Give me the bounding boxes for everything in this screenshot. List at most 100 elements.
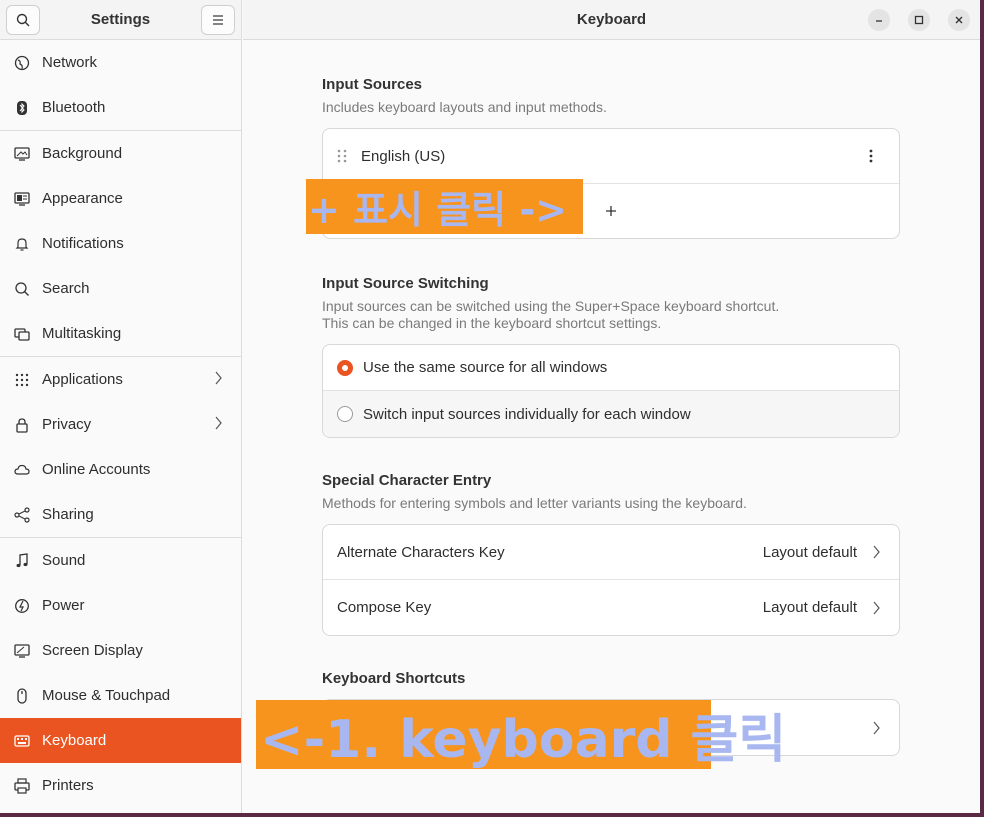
keyboard-icon [14,733,30,749]
minimize-icon [876,20,882,22]
row-actions [869,149,885,163]
sidebar: Settings Network Bluetooth Background Ap… [0,0,242,813]
vertical-dots-icon [869,149,873,163]
lock-icon [14,417,30,433]
sidebar-item-label: Sound [42,552,86,569]
sidebar-item-applications[interactable]: Applications [0,357,241,402]
row-value-group: Layout default [763,599,885,616]
power-icon [14,598,30,614]
appearance-icon [14,191,30,207]
sidebar-title: Settings [90,11,151,28]
input-source-row[interactable]: English (US) [323,129,899,184]
sidebar-item-multitasking[interactable]: Multitasking [0,311,241,356]
multitasking-icon [14,326,30,342]
sidebar-item-mouse-touchpad[interactable]: Mouse & Touchpad [0,673,241,718]
sidebar-item-label: Sharing [42,506,94,523]
sidebar-item-sharing[interactable]: Sharing [0,492,241,537]
chevron-right-icon [215,371,223,389]
sidebar-item-background[interactable]: Background [0,131,241,176]
search-button[interactable] [6,4,40,35]
close-icon [955,16,963,24]
alternate-characters-key-row[interactable]: Alternate Characters Key Layout default [323,525,899,580]
bell-icon [14,236,30,252]
section-desc-special: Methods for entering symbols and letter … [322,495,747,511]
sidebar-item-label: Applications [42,371,123,388]
annotation-keyboard-hint: <-1. keyboard 클릭 [256,700,786,770]
sidebar-item-label: Printers [42,777,94,794]
sidebar-item-screen-display[interactable]: Screen Display [0,628,241,673]
sidebar-item-printers[interactable]: Printers [0,763,241,808]
window-controls [868,9,970,31]
hamburger-menu-icon [213,14,223,25]
section-title-switching: Input Source Switching [322,275,489,292]
row-value: Layout default [762,599,857,616]
sidebar-list: Network Bluetooth Background Appearance … [0,40,241,808]
sidebar-item-label: Background [42,145,123,162]
radio-selected[interactable] [337,359,353,376]
sidebar-item-label: Screen Display [42,642,143,659]
share-icon [14,506,30,523]
search-icon [16,13,30,26]
row-value-group: Layout default [763,544,885,561]
main-panel: Keyboard Input Sources Includes keyboard… [243,0,980,813]
special-char-card: Alternate Characters Key Layout default … [322,524,900,636]
switching-desc-line1: Input sources can be switched using the … [322,298,780,314]
printer-icon [14,777,30,794]
annotation-plus-hint: + 표시 클릭 -> [306,179,583,234]
sidebar-item-keyboard[interactable]: Keyboard [0,718,241,763]
add-input-source-button[interactable] [605,205,617,217]
chevron-right-icon [215,416,223,434]
sidebar-item-label: Network [42,54,98,71]
sidebar-item-power[interactable]: Power [0,583,241,628]
option-label: Use the same source for all windows [363,359,608,376]
sidebar-item-label: Notifications [42,235,124,252]
sidebar-item-network[interactable]: Network [0,40,241,85]
section-title-input-sources: Input Sources [322,76,423,93]
apps-grid-icon [14,372,30,388]
maximize-button[interactable] [908,9,930,31]
close-button[interactable] [948,9,970,31]
sidebar-item-label: Power [42,597,85,614]
sidebar-item-privacy[interactable]: Privacy [0,402,241,447]
sidebar-item-label: Privacy [42,416,92,433]
drag-handle-icon[interactable] [337,148,347,164]
sidebar-item-label: Multitasking [42,325,122,342]
compose-key-row[interactable]: Compose Key Layout default [323,580,899,635]
sidebar-header: Settings [0,0,241,40]
menu-button[interactable] [201,4,235,35]
sidebar-item-notifications[interactable]: Notifications [0,221,241,266]
more-options-button[interactable] [869,149,885,163]
section-title-shortcuts: Keyboard Shortcuts [322,670,466,687]
display-icon [14,643,30,659]
sidebar-item-bluetooth[interactable]: Bluetooth [0,85,241,130]
option-same-source[interactable]: Use the same source for all windows [323,345,899,391]
sidebar-item-label: Mouse & Touchpad [42,687,171,704]
mouse-icon [14,687,30,704]
chevron-right-icon [873,601,880,614]
background-monitor-icon [14,146,30,162]
radio-unselected[interactable] [337,406,353,422]
header-bar: Keyboard [243,0,980,40]
sidebar-item-appearance[interactable]: Appearance [0,176,241,221]
switching-options-card: Use the same source for all windows Swit… [322,344,900,438]
section-desc-switching: Input sources can be switched using the … [322,298,900,332]
chevron-right-icon [873,545,880,559]
sidebar-item-label: Bluetooth [42,99,106,116]
cloud-icon [14,462,30,478]
sidebar-item-label: Keyboard [42,732,107,749]
sidebar-item-label: Search [42,280,90,297]
sidebar-item-online-accounts[interactable]: Online Accounts [0,447,241,492]
row-value: Layout default [762,543,857,561]
sidebar-item-search[interactable]: Search [0,266,241,311]
section-title-special: Special Character Entry [322,472,492,489]
music-note-icon [14,552,30,569]
row-label: Compose Key [337,599,432,616]
option-individual-source[interactable]: Switch input sources individually for ea… [323,391,899,437]
network-globe-icon [14,55,30,71]
minimize-button[interactable] [868,9,890,31]
keyboard-settings-content: Input Sources Includes keyboard layouts … [322,40,900,756]
settings-window: Settings Network Bluetooth Background Ap… [0,0,980,813]
sidebar-item-label: Online Accounts [42,461,151,478]
row-label: Alternate Characters Key [337,543,505,561]
sidebar-item-sound[interactable]: Sound [0,538,241,583]
